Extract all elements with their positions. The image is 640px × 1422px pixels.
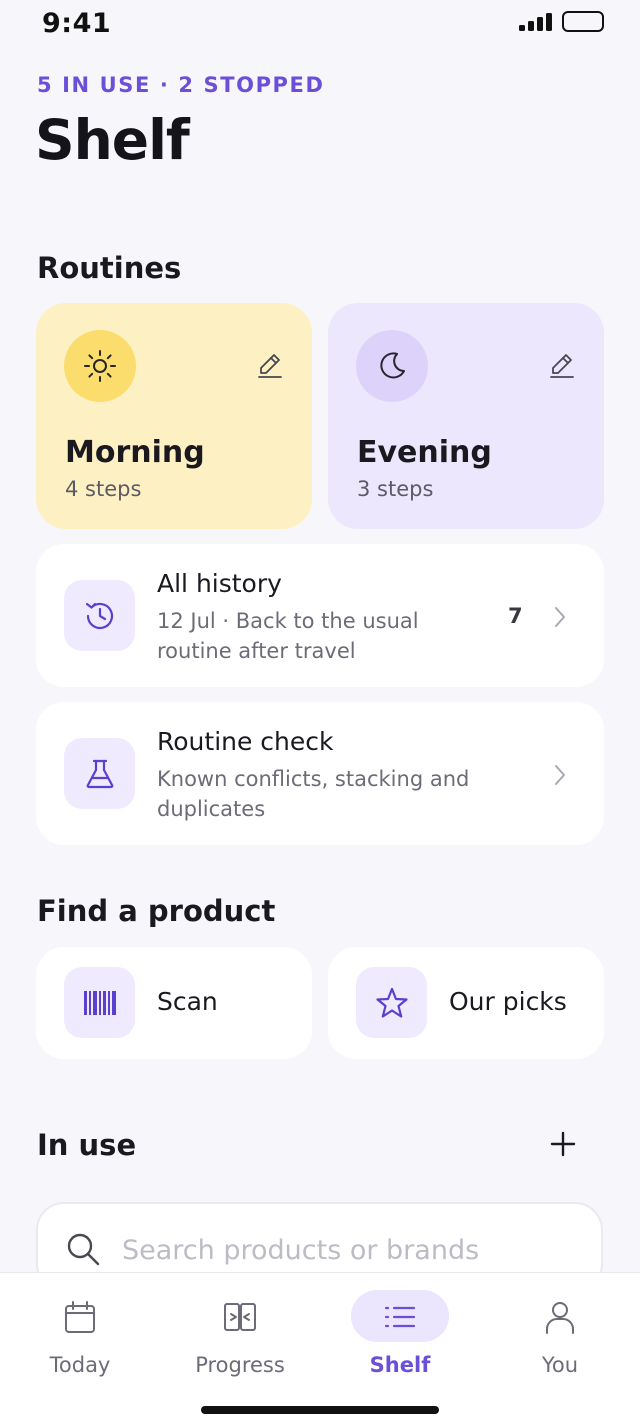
- star-icon: [356, 967, 427, 1038]
- barcode-icon: [64, 967, 135, 1038]
- compare-icon: [222, 1299, 258, 1335]
- all-history-card[interactable]: All history 12 Jul · Back to the usual r…: [36, 544, 604, 687]
- history-subtitle: 12 Jul · Back to the usual routine after…: [157, 609, 419, 663]
- in-use-heading: In use: [37, 1128, 137, 1162]
- signal-icon: [519, 13, 553, 31]
- morning-routine-card[interactable]: Morning 4 steps: [36, 303, 312, 529]
- evening-routine-card[interactable]: Evening 3 steps: [328, 303, 604, 529]
- routine-name: Evening: [357, 435, 492, 470]
- list-icon: [382, 1299, 418, 1335]
- edit-morning-button[interactable]: [256, 351, 284, 379]
- our-picks-button[interactable]: Our picks: [328, 947, 604, 1059]
- tab-label: Progress: [195, 1353, 285, 1377]
- routine-check-subtitle: Known conflicts, stacking and duplicates: [157, 767, 470, 821]
- search-icon: [65, 1231, 101, 1267]
- search-input[interactable]: [122, 1230, 582, 1270]
- tab-bar: Today Progress Shelf You: [0, 1272, 640, 1422]
- calendar-icon: [62, 1299, 98, 1335]
- pencil-icon: [258, 354, 282, 378]
- routine-steps: 4 steps: [65, 477, 142, 501]
- tab-progress[interactable]: Progress: [160, 1273, 320, 1393]
- routine-steps: 3 steps: [357, 477, 434, 501]
- edit-evening-button[interactable]: [548, 351, 576, 379]
- sun-icon: [64, 330, 136, 402]
- routine-check-title: Routine check: [157, 727, 334, 756]
- tab-label: Shelf: [369, 1353, 431, 1377]
- routine-check-card[interactable]: Routine check Known conflicts, stacking …: [36, 702, 604, 845]
- tab-today[interactable]: Today: [0, 1273, 160, 1393]
- history-title: All history: [157, 569, 282, 598]
- shelf-summary: 5 IN USE · 2 STOPPED: [37, 73, 325, 97]
- plus-icon: [550, 1131, 576, 1157]
- pencil-icon: [550, 354, 574, 378]
- scan-button[interactable]: Scan: [36, 947, 312, 1059]
- moon-icon: [356, 330, 428, 402]
- home-indicator: [201, 1406, 439, 1414]
- scan-label: Scan: [157, 987, 218, 1016]
- find-product-heading: Find a product: [37, 894, 276, 928]
- chevron-right-icon: [550, 763, 570, 787]
- routine-name: Morning: [65, 435, 205, 470]
- battery-icon: [562, 11, 604, 32]
- our-picks-label: Our picks: [449, 987, 567, 1016]
- tab-label: You: [541, 1353, 579, 1377]
- status-bar: 9:41: [0, 0, 640, 52]
- flask-icon: [64, 738, 135, 809]
- history-icon: [64, 580, 135, 651]
- user-icon: [542, 1299, 578, 1335]
- routines-heading: Routines: [37, 251, 182, 285]
- status-time: 9:41: [42, 8, 112, 39]
- chevron-right-icon: [550, 605, 570, 629]
- tab-shelf[interactable]: Shelf: [320, 1273, 480, 1393]
- page-title: Shelf: [35, 108, 190, 172]
- history-count: 7: [508, 604, 523, 628]
- tab-label: Today: [49, 1353, 111, 1377]
- add-product-button[interactable]: [546, 1127, 580, 1161]
- tab-you[interactable]: You: [480, 1273, 640, 1393]
